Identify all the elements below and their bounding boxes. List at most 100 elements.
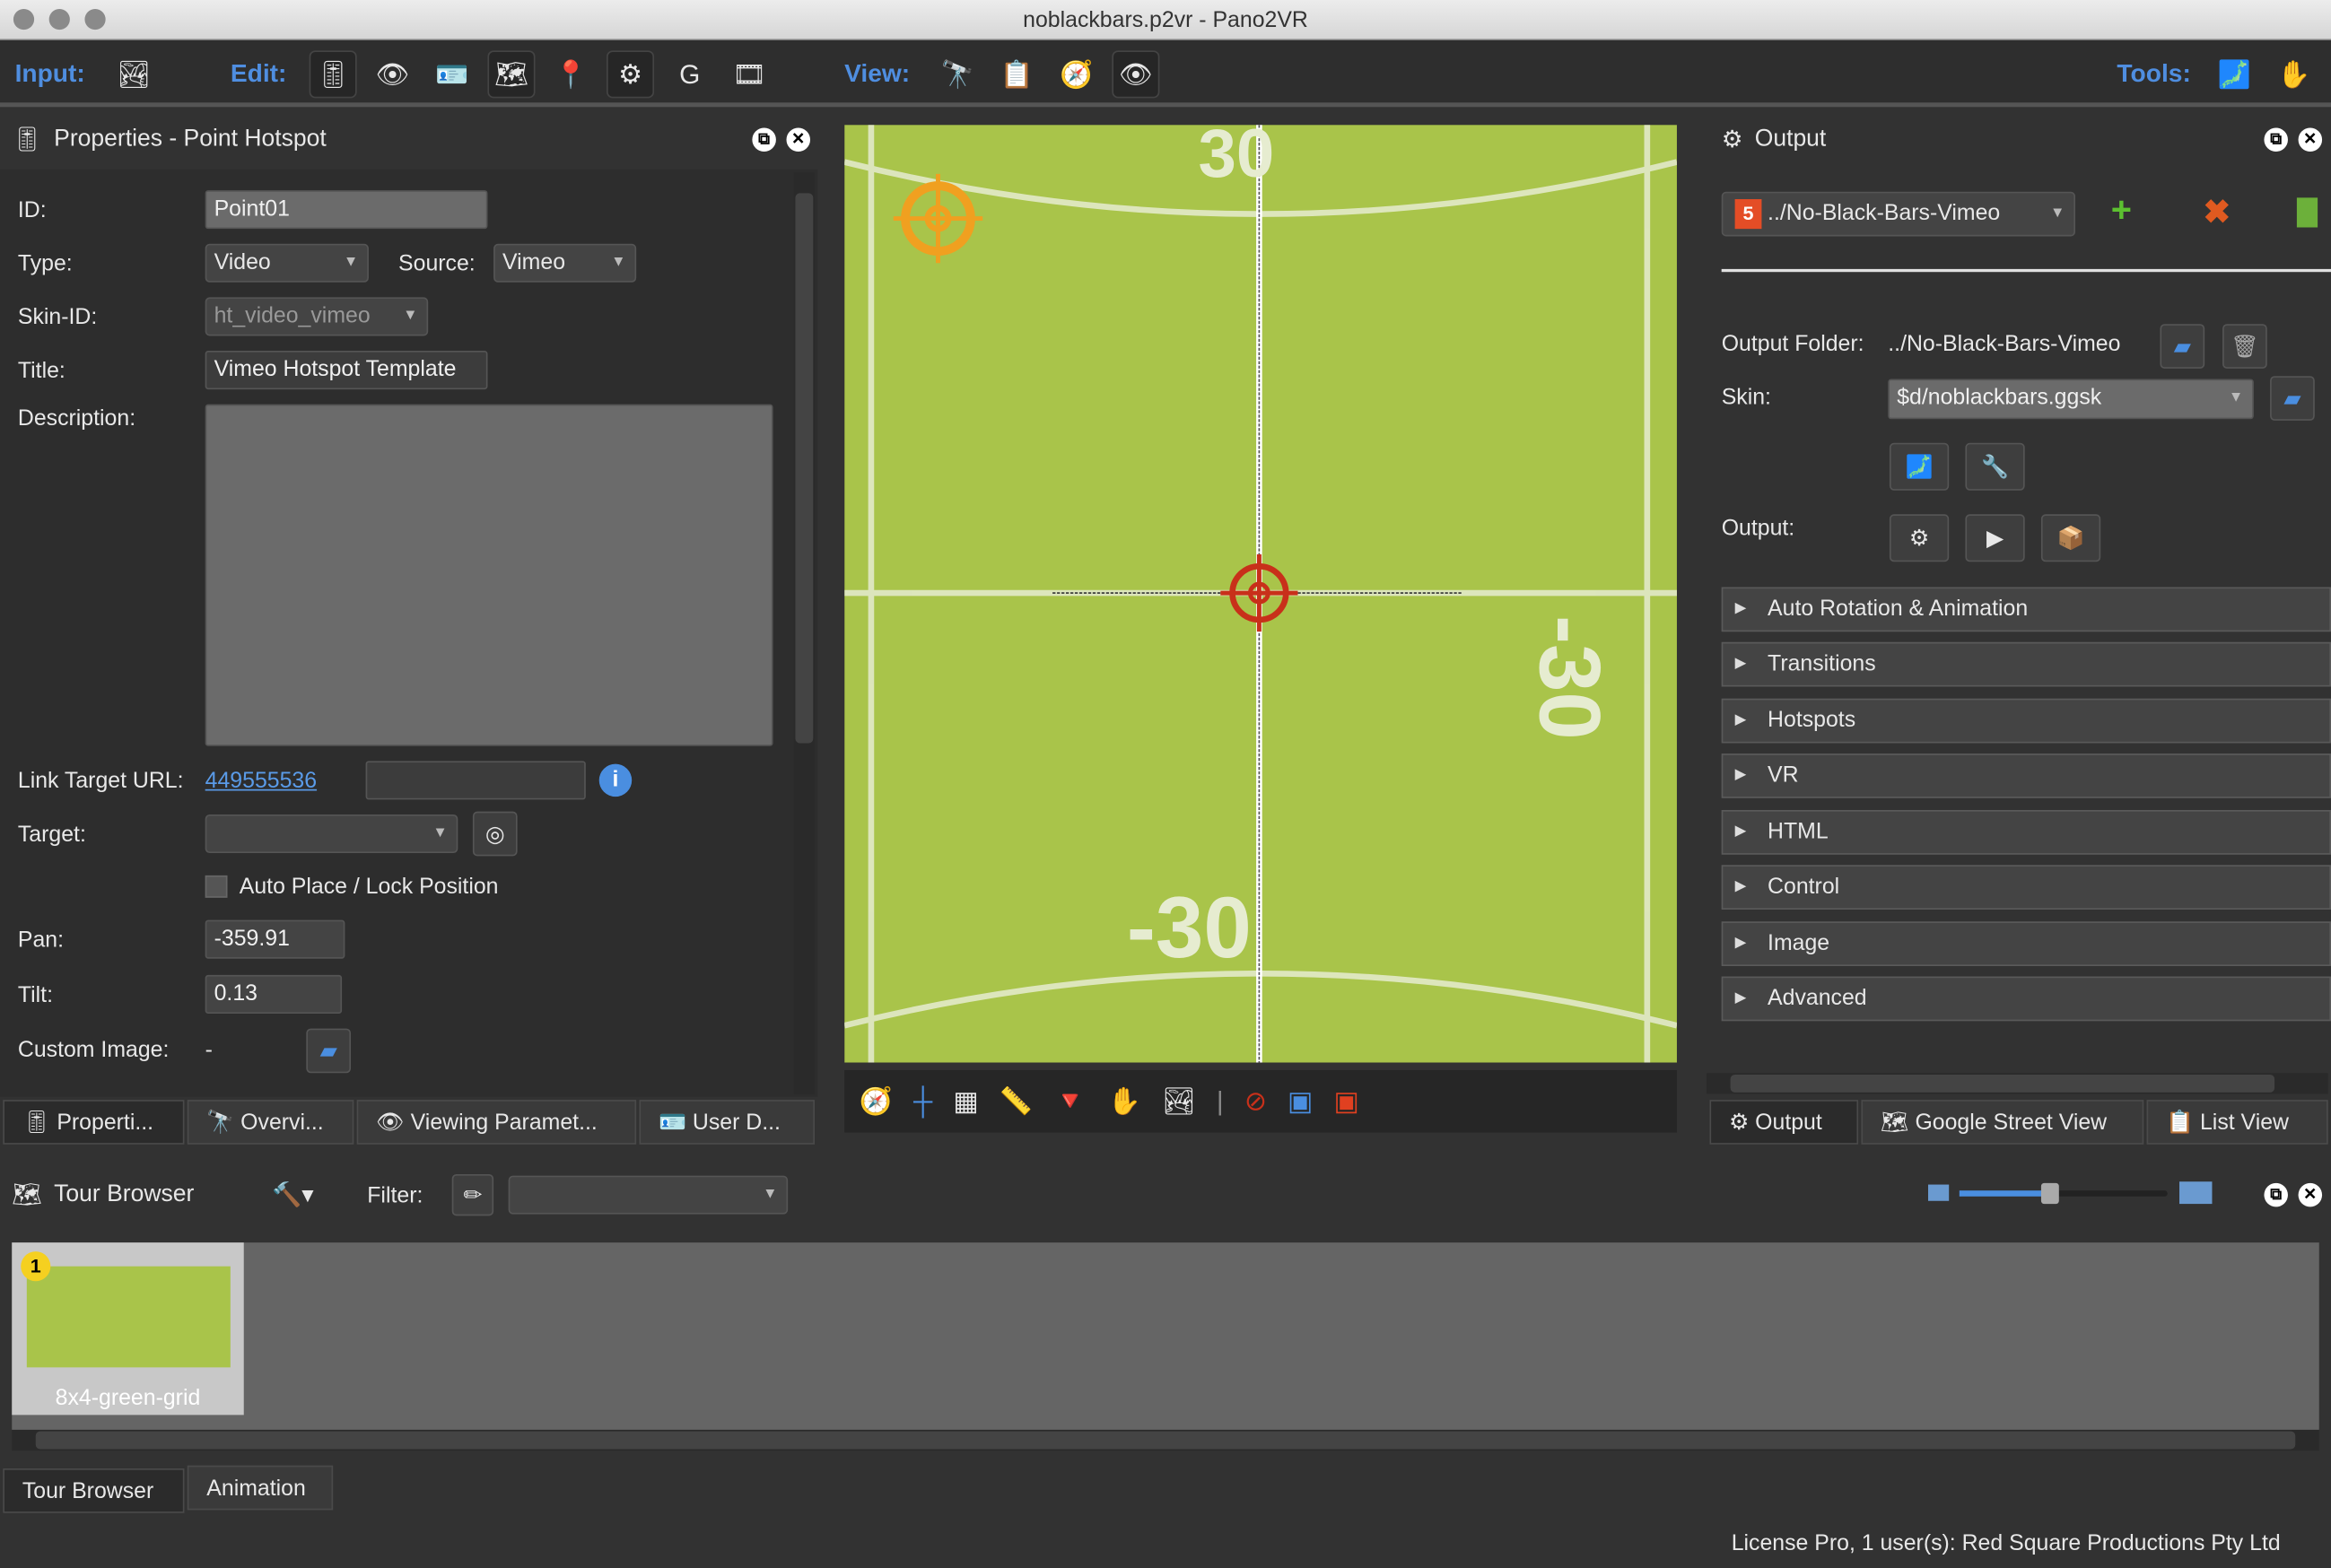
clipboard-icon[interactable]: 📋 (993, 50, 1041, 98)
close-window-button[interactable] (13, 8, 35, 30)
close-panel-button[interactable]: ✕ (786, 127, 811, 152)
target-picker-button[interactable]: ◎ (472, 811, 518, 857)
polygon-color-icon[interactable]: ▣ (1288, 1085, 1313, 1117)
open-output-folder-button[interactable]: ▰ (2160, 324, 2205, 369)
fov-icon[interactable]: 🔻 (1053, 1085, 1087, 1117)
edit-label: Edit: (230, 59, 287, 88)
skin-value: $d/noblackbars.ggsk (1897, 385, 2102, 411)
output-hscrollbar[interactable] (1707, 1073, 2328, 1094)
close-panel-button[interactable]: ✕ (2298, 127, 2323, 152)
view-label: View: (844, 59, 911, 88)
package-button[interactable]: 📦 (2040, 514, 2101, 562)
panorama-viewer[interactable]: 30 -30 -30 (844, 125, 1677, 1063)
overview-icon[interactable]: 🔭 (934, 50, 982, 98)
section-advanced[interactable]: Advanced (1721, 976, 2331, 1022)
filter-select[interactable]: ▼ (508, 1175, 789, 1215)
view-hotspots-icon[interactable]: 👁 (1112, 50, 1160, 99)
float-panel-button[interactable]: ⧉ (2264, 127, 2288, 152)
stamp-menu-icon[interactable]: 🔨▾ (272, 1180, 313, 1210)
target-select[interactable]: ▼ (205, 814, 458, 854)
tab-output[interactable]: ⚙ Output (1709, 1100, 1859, 1145)
open-skin-button[interactable]: ▰ (2270, 376, 2315, 421)
ruler-icon[interactable]: 📏 (1000, 1085, 1033, 1117)
tab-properties[interactable]: 🎚 Properti... (3, 1100, 185, 1145)
skin-editor-button[interactable]: 🗾 (1889, 442, 1950, 491)
tilt-spinbox[interactable]: 0.13 (205, 974, 343, 1015)
zoom-window-button[interactable] (84, 8, 106, 30)
output-format-value: ../No-Black-Bars-Vimeo (1768, 200, 2001, 226)
floor-plan-icon[interactable]: 📍 (547, 50, 595, 98)
viewing-parameters-icon[interactable]: 👁 (369, 50, 416, 98)
thumbnail-size-slider[interactable] (1959, 1182, 2168, 1205)
skin-editor-icon[interactable]: 🗾 (2211, 50, 2258, 98)
section-transitions[interactable]: Transitions (1721, 641, 2331, 687)
add-output-button[interactable]: + (2111, 190, 2132, 231)
tour-item[interactable]: 1 8x4-green-grid (12, 1242, 244, 1416)
link-target-url[interactable]: 449555536 (205, 769, 317, 794)
animation-icon[interactable]: 🎞 (726, 50, 773, 98)
target-off-icon[interactable]: ⊘ (1244, 1085, 1267, 1117)
tab-list-view[interactable]: 📋 List View (2146, 1100, 2328, 1145)
title-bar: noblackbars.p2vr - Pano2VR (0, 0, 2331, 40)
divider (1721, 268, 2331, 273)
polygon-fill-icon[interactable]: ▣ (1333, 1085, 1358, 1117)
hand-icon[interactable]: ✋ (1107, 1085, 1140, 1117)
item-number-badge: 1 (21, 1251, 51, 1282)
minimize-window-button[interactable] (48, 8, 70, 30)
skin-id-select[interactable]: ht_video_vimeo ▼ (205, 297, 429, 336)
tab-user-data[interactable]: 🪪 User D... (639, 1100, 815, 1145)
output-format-select[interactable]: 5 ../No-Black-Bars-Vimeo ▼ (1721, 191, 2076, 237)
source-value: Vimeo (502, 249, 566, 275)
float-panel-button[interactable]: ⧉ (752, 127, 776, 152)
tour-map-icon[interactable]: 🗺 (487, 50, 536, 99)
output-icon[interactable]: ⚙ (607, 50, 655, 99)
link-extra-input[interactable] (365, 761, 586, 800)
tab-tour-browser[interactable]: Tour Browser (3, 1468, 185, 1513)
type-label: Type: (17, 251, 73, 277)
user-data-icon[interactable]: 🪪 (428, 50, 476, 98)
section-vr[interactable]: VR (1721, 754, 2331, 798)
add-panorama-icon[interactable]: 🏞 (110, 50, 158, 98)
pan-spinbox[interactable]: -359.91 (205, 919, 345, 959)
properties-icon[interactable]: 🎚 (309, 50, 357, 99)
type-select[interactable]: Video ▼ (205, 243, 369, 283)
document-icon[interactable] (2296, 197, 2318, 228)
section-image[interactable]: Image (1721, 921, 2331, 966)
title-input[interactable]: Vimeo Hotspot Template (205, 351, 488, 390)
tools-button[interactable]: 🔧 (1965, 442, 2025, 491)
id-input[interactable]: Point01 (205, 190, 488, 230)
tab-overview[interactable]: 🔭 Overvi... (187, 1100, 354, 1145)
description-textarea[interactable] (205, 404, 773, 746)
section-hotspots[interactable]: Hotspots (1721, 698, 2331, 744)
tab-label: Google Street View (1915, 1110, 2108, 1136)
auto-place-checkbox[interactable] (205, 875, 228, 898)
tab-google-street-view[interactable]: 🗺 Google Street View (1861, 1100, 2144, 1145)
auto-place-label: Auto Place / Lock Position (239, 874, 499, 900)
panorama-icon[interactable]: 🏞 (1162, 1085, 1196, 1117)
tilt-label: Tilt: (17, 982, 54, 1008)
info-icon[interactable]: i (598, 763, 633, 797)
preview-button[interactable]: ▶ (1965, 514, 2025, 562)
open-folder-button[interactable]: ▰ (306, 1028, 352, 1074)
tab-animation[interactable]: Animation (187, 1465, 334, 1511)
grid-icon[interactable]: ▦ (953, 1085, 978, 1117)
remove-output-button[interactable]: ✖ (2204, 193, 2231, 231)
skin-select[interactable]: $d/noblackbars.ggsk ▼ (1888, 379, 2254, 420)
compass-icon[interactable]: 🧭 (1052, 50, 1100, 98)
add-point-icon[interactable]: ┼ (913, 1085, 932, 1117)
section-auto-rotation[interactable]: Auto Rotation & Animation (1721, 587, 2331, 632)
tab-viewing-parameters[interactable]: 👁 Viewing Paramet... (356, 1100, 637, 1145)
float-panel-button[interactable]: ⧉ (2264, 1182, 2288, 1207)
filter-tag-button[interactable]: ✏ (451, 1173, 494, 1216)
properties-scrollbar[interactable] (793, 172, 815, 1094)
output-settings-button[interactable]: ⚙ (1889, 514, 1950, 562)
tour-hscrollbar[interactable] (12, 1429, 2319, 1451)
compass-icon[interactable]: 🧭 (860, 1085, 893, 1117)
trash-icon[interactable]: 🗑 (2222, 324, 2267, 369)
google-maps-icon[interactable]: G (666, 50, 713, 98)
source-select[interactable]: Vimeo ▼ (493, 243, 637, 283)
close-panel-button[interactable]: ✕ (2298, 1182, 2323, 1207)
section-control[interactable]: Control (1721, 865, 2331, 910)
tools-icon[interactable]: ✋ (2270, 50, 2318, 98)
section-html[interactable]: HTML (1721, 810, 2331, 855)
